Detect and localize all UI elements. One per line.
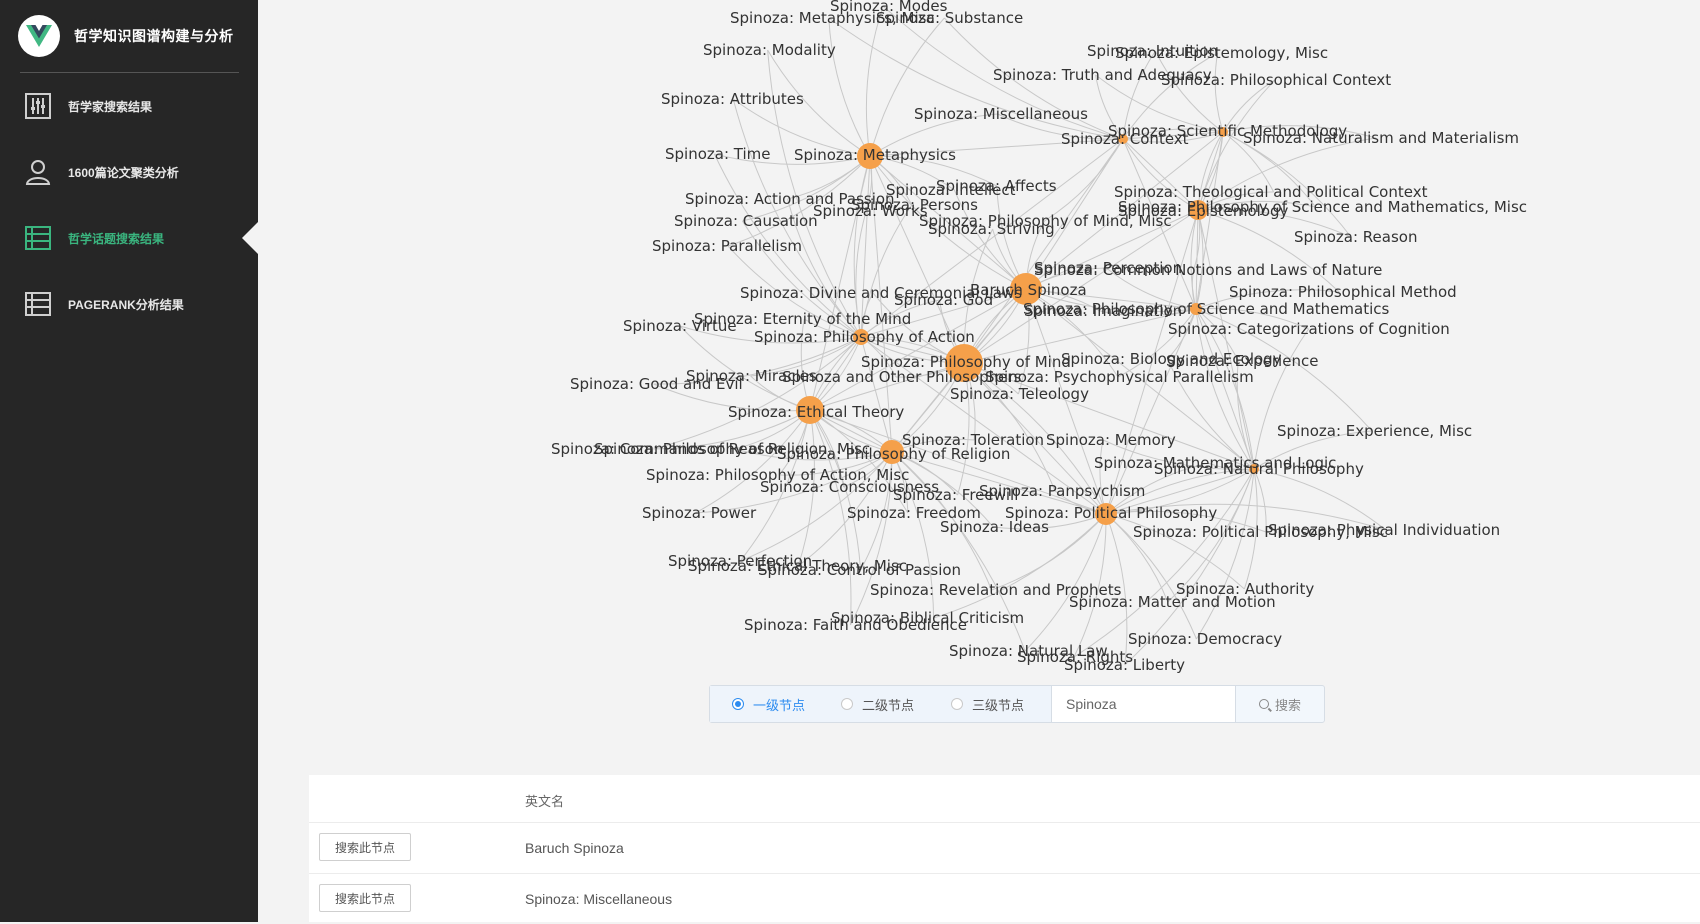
user-icon (24, 158, 52, 186)
sidebar-item-pagerank[interactable]: PAGERANK分析结果 (0, 284, 258, 324)
graph-node-label[interactable]: Spinoza: Power (642, 504, 757, 522)
graph-node-label[interactable]: Spinoza: Reason (1294, 228, 1417, 246)
graph-node-label[interactable]: Spinoza: Liberty (1064, 656, 1185, 674)
graph-node-label[interactable]: Spinoza: Common Notions and Laws of Natu… (1034, 261, 1382, 279)
graph-node-label[interactable]: Spinoza: Context (1061, 130, 1189, 148)
graph-edge (1099, 439, 1107, 515)
vue-logo-icon (18, 15, 60, 57)
graph-node-label[interactable]: Spinoza: Experience, Misc (1277, 422, 1472, 440)
graph-node-label[interactable]: Spinoza: Psychophysical Parallelism (985, 368, 1254, 386)
node-level-radio-group: 一级节点 二级节点 三级节点 (710, 686, 1051, 722)
graph-node-label[interactable]: Spinoza: Epistemology, Misc (1115, 44, 1328, 62)
sidebar-item-label: 哲学家搜索结果 (68, 99, 153, 114)
graph-node-label[interactable]: Spinoza: Faith and Obedience (744, 616, 967, 634)
radio-dot (841, 698, 853, 710)
sidebar-item-label: 1600篇论文聚类分析 (68, 165, 179, 180)
graph-node-label[interactable]: Spinoza: Memory (1046, 431, 1176, 449)
graph-node-label[interactable]: Spinoza: Virtue (623, 317, 737, 335)
graph-node-label[interactable]: Spinoza: Freewill (893, 486, 1018, 504)
sidebar-item-paper-clustering[interactable]: 1600篇论文聚类分析 (0, 152, 258, 192)
graph-node-label[interactable]: Spinoza: Natural Philosophy (1154, 460, 1364, 478)
sliders-icon (24, 92, 52, 120)
search-bar: 一级节点 二级节点 三级节点 搜索 (709, 685, 1325, 723)
radio-dot (951, 698, 963, 710)
search-node-button[interactable]: 搜索此节点 (319, 833, 411, 861)
brand: 哲学知识图谱构建与分析 (18, 14, 234, 58)
graph-edge (865, 5, 884, 157)
graph-node-label[interactable]: Spinoza: Matter and Motion (1069, 593, 1276, 611)
graph-node-label[interactable]: Spinoza: Metaphysics (794, 146, 956, 164)
cell-english-name: Spinoza: Miscellaneous (525, 891, 673, 907)
radio-level-1[interactable]: 一级节点 (732, 686, 805, 722)
search-icon (1258, 699, 1269, 709)
graph-edge (963, 138, 1124, 364)
graph-node-label[interactable]: Spinoza: Good and Evil (570, 375, 743, 393)
brand-title: 哲学知识图谱构建与分析 (74, 28, 234, 44)
graph-edge (869, 17, 945, 157)
radio-level-2[interactable]: 二级节点 (841, 686, 914, 722)
graph-edge (1195, 468, 1255, 640)
graph-node-label[interactable]: Spinoza: Ethical Theory (728, 403, 904, 421)
sidebar-item-label: PAGERANK分析结果 (68, 297, 184, 312)
cell-english-name: Baruch Spinoza (525, 840, 624, 856)
graph-edge (1197, 209, 1340, 293)
search-button[interactable]: 搜索 (1236, 686, 1324, 722)
graph-node-label[interactable]: Spinoza: God (894, 291, 993, 309)
sidebar-item-topic-search[interactable]: 哲学话题搜索结果 (0, 218, 258, 258)
sidebar-item-label: 哲学话题搜索结果 (68, 231, 165, 246)
graph-node-label[interactable]: Spinoza: Works (813, 202, 928, 220)
graph-edge (828, 17, 871, 157)
table-header: 英文名 (309, 775, 1700, 823)
table-row: 搜索此节点 Baruch Spinoza (309, 822, 1700, 874)
graph-node-label[interactable]: Spinoza: Philosophy of Action (754, 328, 975, 346)
graph-node-label[interactable]: Spinoza: Categorizations of Cognition (1168, 320, 1450, 338)
graph-node-label[interactable]: Spinoza: Attributes (661, 90, 804, 108)
list-icon (24, 290, 52, 318)
results-table: 英文名 搜索此节点 Baruch Spinoza 搜索此节点 Spinoza: … (309, 775, 1700, 922)
search-input[interactable] (1051, 686, 1236, 722)
graph-node-label[interactable]: Spinoza: Miscellaneous (914, 105, 1088, 123)
search-button-label: 搜索 (1274, 697, 1301, 713)
graph-node-label[interactable]: Spinoza: Time (665, 145, 771, 163)
graph-node-label[interactable]: Spinoza: Control of Passion (758, 561, 961, 579)
graph-node-label[interactable]: Spinoza: Philosophy of Religion (777, 445, 1010, 463)
graph-node-label[interactable]: Spinoza: Substance (876, 9, 1023, 27)
graph-node-label[interactable]: Spinoza: Modality (703, 41, 836, 59)
graph-canvas[interactable]: Spinoza: ModesSpinoza: Metaphysics, Misc… (258, 0, 1700, 690)
knowledge-graph[interactable]: Spinoza: Modes Spinoza: Metaphysics, Misc… (258, 0, 1700, 690)
graph-edge (1197, 209, 1255, 470)
graph-edge (1154, 50, 1224, 133)
table-row: 搜索此节点 Spinoza: Miscellaneous (309, 873, 1700, 924)
sidebar-item-philosopher-search[interactable]: 哲学家搜索结果 (0, 86, 258, 126)
graph-node-label[interactable]: Spinoza: Physical Individuation (1268, 521, 1500, 539)
graph-node-label[interactable]: Spinoza: Striving (928, 220, 1055, 238)
graph-node-label[interactable]: Spinoza: Imagination (1024, 302, 1182, 320)
graph-node-label[interactable]: Spinoza: Teleology (950, 385, 1089, 403)
radio-label: 二级节点 (862, 697, 915, 713)
graph-node-label[interactable]: Spinoza: Democracy (1128, 630, 1282, 648)
graph-node-label[interactable]: Spinoza: Causation (674, 212, 818, 230)
active-pointer (242, 222, 258, 254)
radio-label: 一级节点 (753, 697, 806, 713)
column-header-english-name: 英文名 (525, 794, 565, 809)
graph-node-label[interactable]: Spinoza: Philosophical Context (1161, 71, 1391, 89)
list-icon (24, 224, 52, 252)
graph-node-label[interactable]: Spinoza: Philosophical Method (1229, 283, 1457, 301)
radio-label: 三级节点 (972, 697, 1025, 713)
divider (20, 72, 239, 73)
sidebar: 哲学知识图谱构建与分析 哲学家搜索结果 1600篇论文聚类分析 哲学话题搜索结果… (0, 0, 258, 922)
graph-node-label[interactable]: Spinoza: Naturalism and Materialism (1243, 129, 1519, 147)
radio-level-3[interactable]: 三级节点 (951, 686, 1024, 722)
search-node-button[interactable]: 搜索此节点 (319, 884, 411, 912)
radio-dot (732, 698, 744, 710)
graph-node-label[interactable]: Spinoza: Ideas (940, 518, 1049, 536)
graph-node-label[interactable]: Spinoza: Parallelism (652, 237, 802, 255)
graph-edge (1214, 52, 1224, 133)
